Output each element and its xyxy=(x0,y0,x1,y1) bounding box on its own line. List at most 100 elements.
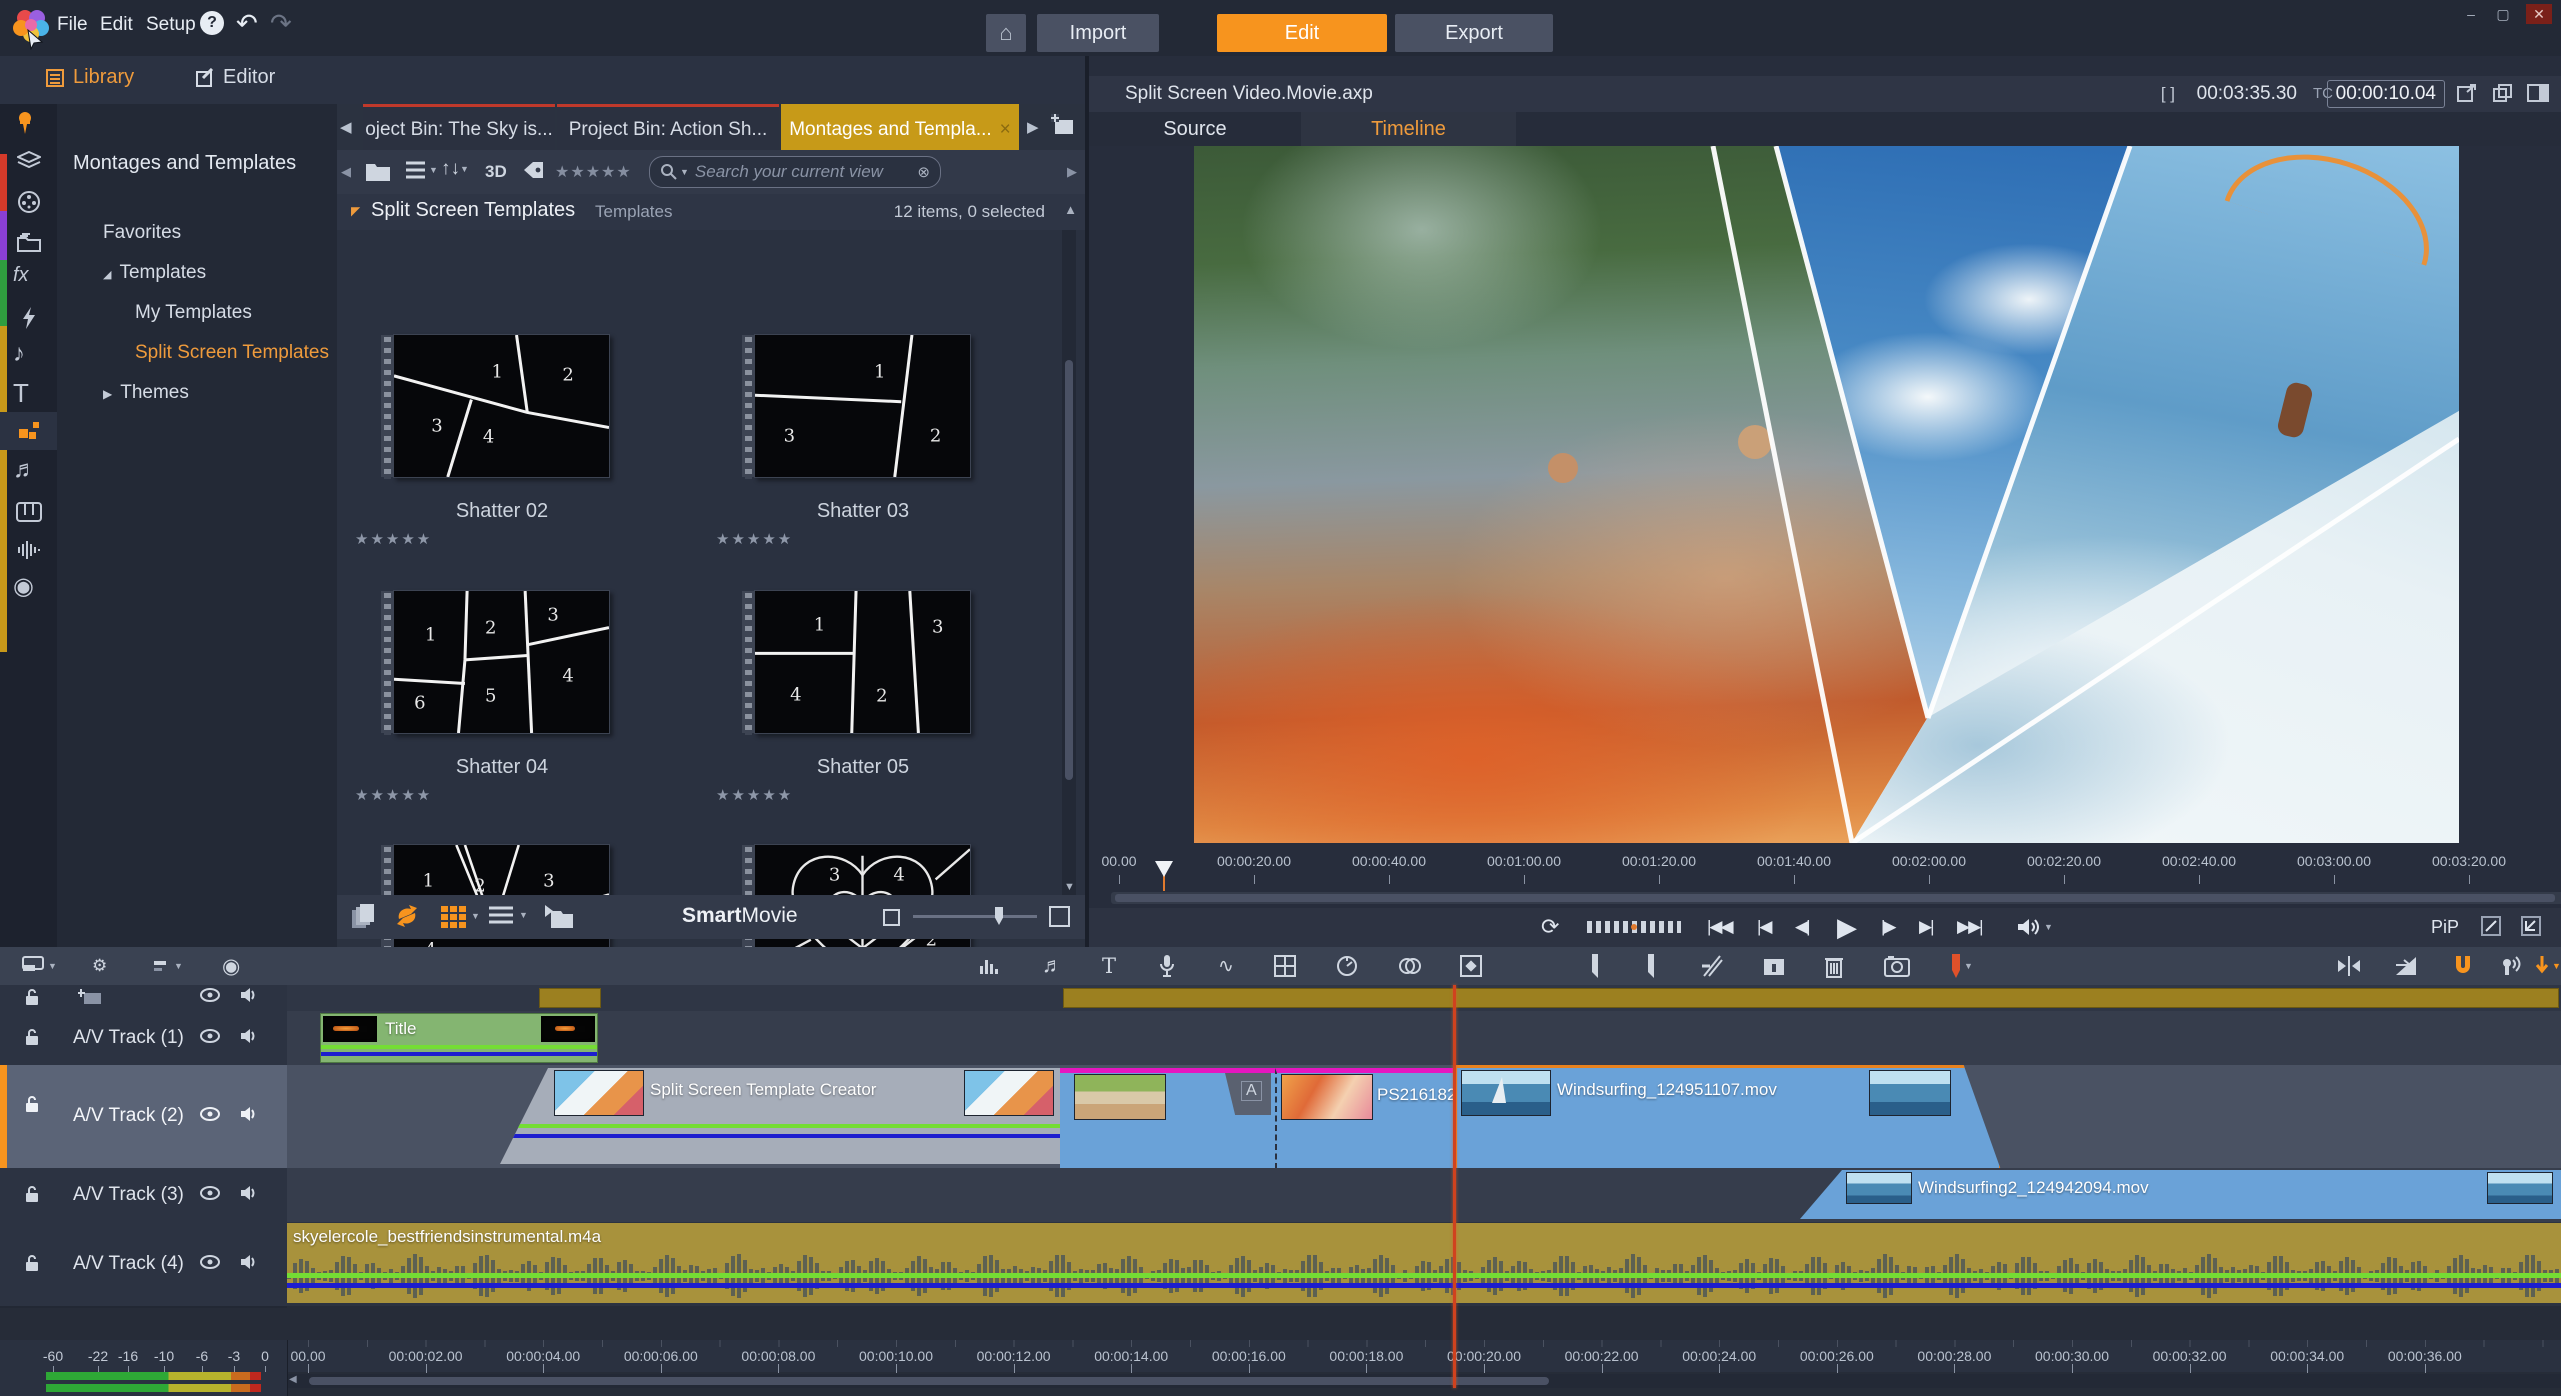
tab-close-icon[interactable]: × xyxy=(1000,119,1011,141)
track-1-name[interactable]: A/V Track (1) xyxy=(73,1027,184,1049)
volume-icon[interactable]: ▼ xyxy=(2017,917,2053,937)
view-options-icon[interactable]: ▼ xyxy=(405,160,438,180)
scorefitter-icon[interactable]: ♬ xyxy=(1042,954,1063,978)
speed-icon[interactable] xyxy=(1336,954,1358,978)
scrub-tool-icon[interactable] xyxy=(2481,916,2501,936)
media-reel-icon[interactable] xyxy=(13,186,45,218)
tree-item-templates[interactable]: ◢Templates xyxy=(103,262,206,284)
eye-icon[interactable] xyxy=(200,1107,220,1121)
menu-marker-segment[interactable] xyxy=(539,988,601,1008)
tag-icon[interactable] xyxy=(521,160,545,180)
tabs-scroll-right-icon[interactable]: ▶ xyxy=(1027,118,1039,136)
grid-scrollbar[interactable]: ▼ xyxy=(1062,230,1076,895)
projects-icon[interactable] xyxy=(13,146,45,178)
track-3-lane[interactable]: Windsurfing2_124942094.mov xyxy=(287,1168,2561,1224)
grid-scrollbar-thumb[interactable] xyxy=(1065,360,1073,780)
folder-icon[interactable] xyxy=(365,160,391,182)
next-clip-button[interactable]: ▶| xyxy=(1919,917,1933,937)
template-stars[interactable]: ★★★★★ xyxy=(355,786,432,804)
collections-icon[interactable] xyxy=(13,226,45,258)
transitions-icon[interactable] xyxy=(13,302,45,334)
windsurfing-clip-selected[interactable]: Windsurfing_124951107.mov xyxy=(1454,1065,2002,1173)
track-size-icon[interactable]: ▼ xyxy=(152,954,183,978)
track-3-header[interactable]: A/V Track (3) xyxy=(0,1168,287,1224)
magnet-snap-icon[interactable] xyxy=(2452,954,2474,978)
search-scope-dropdown-icon[interactable]: ▼ xyxy=(680,167,689,177)
zoom-slider[interactable] xyxy=(913,915,1037,918)
eye-icon[interactable] xyxy=(200,1255,220,1269)
frame-forward-button[interactable]: |▶ xyxy=(1881,917,1895,937)
zoom-out-icon[interactable] xyxy=(883,909,900,926)
montage-templates-icon[interactable] xyxy=(13,415,45,447)
color-grade-icon[interactable] xyxy=(1398,954,1422,978)
template-card[interactable]: 132 xyxy=(754,334,971,478)
scroll-up-icon[interactable]: ▲ xyxy=(1064,202,1077,217)
tabs-scroll-left-icon[interactable]: ◀ xyxy=(340,118,352,136)
lock-icon[interactable] xyxy=(24,1095,40,1113)
trim-mode-icon[interactable] xyxy=(2336,954,2362,978)
lock-icon[interactable] xyxy=(24,1185,40,1203)
titles-icon[interactable]: T xyxy=(13,378,45,410)
menu-track-lane[interactable] xyxy=(287,985,2561,1013)
lock-icon[interactable] xyxy=(24,988,40,1006)
timeline-playhead[interactable] xyxy=(1453,985,1456,1388)
speaker-icon[interactable] xyxy=(240,1028,258,1044)
timeline-scrollbar[interactable]: ◀ xyxy=(287,1374,2561,1388)
menu-marker-bar[interactable] xyxy=(1063,988,2559,1008)
expand-arrow-icon[interactable]: ◢ xyxy=(103,268,111,281)
undo-icon[interactable]: ↶ xyxy=(236,8,258,39)
title-clip[interactable]: Title xyxy=(320,1013,598,1063)
preview-scrollbar[interactable] xyxy=(1111,892,2561,904)
disc-icon[interactable]: ◉ xyxy=(13,572,45,604)
mark-out-icon[interactable] xyxy=(1646,954,1656,978)
razor-split-icon[interactable] xyxy=(1700,954,1724,978)
frame-back-button[interactable]: ◀| xyxy=(1795,917,1809,937)
sound-effects-icon[interactable] xyxy=(13,534,45,566)
photo-clip[interactable]: PS2161824... xyxy=(1275,1068,1456,1169)
audio-clip[interactable]: skyelercole_bestfriendsinstrumental.m4a xyxy=(287,1223,2561,1303)
tab-timeline[interactable]: Timeline xyxy=(1301,112,1516,146)
pages-icon[interactable] xyxy=(351,904,375,930)
menu-setup[interactable]: Setup xyxy=(146,14,196,36)
tree-item-split-screen-templates[interactable]: Split Screen Templates xyxy=(135,342,329,364)
tree-item-favorites[interactable]: Favorites xyxy=(103,222,181,244)
sort-icon[interactable]: ↑↓▼ xyxy=(441,158,469,180)
template-stars[interactable]: ★★★★★ xyxy=(716,530,793,548)
collapsed-arrow-icon[interactable]: ▶ xyxy=(103,387,112,401)
zoom-in-icon[interactable] xyxy=(1049,906,1070,927)
tab-library[interactable]: Library xyxy=(45,66,134,89)
search-box[interactable]: ▼ Search your current view ⊗ xyxy=(649,156,941,188)
transition-box[interactable]: A xyxy=(1225,1073,1271,1115)
disc-editor-icon[interactable]: ◉ xyxy=(222,954,240,978)
mark-in-icon[interactable] xyxy=(1590,954,1600,978)
effects-icon[interactable]: fx xyxy=(13,264,45,296)
speaker-icon[interactable] xyxy=(240,1254,258,1270)
smartmovie-label[interactable]: SmartMovie xyxy=(682,904,798,928)
score-icon[interactable]: ♬ xyxy=(13,456,45,488)
menu-edit[interactable]: Edit xyxy=(100,14,133,36)
copy-clip-icon[interactable] xyxy=(1762,954,1786,978)
snapshot-icon[interactable] xyxy=(1884,954,1910,978)
track-1-header[interactable]: A/V Track (1) xyxy=(0,1011,287,1067)
play-button[interactable]: ▶ xyxy=(1837,912,1855,943)
template-creator-clip[interactable]: Split Screen Template Creator xyxy=(500,1068,1060,1164)
add-track-icon[interactable] xyxy=(78,988,102,1006)
title-tool-icon[interactable]: T xyxy=(1102,954,1116,978)
audio-mixer-icon[interactable] xyxy=(978,954,1000,978)
template-card[interactable]: 123456 xyxy=(393,590,610,734)
bin-tab-3-active[interactable]: Montages and Templa... × xyxy=(781,104,1019,153)
keyframe-icon[interactable] xyxy=(1460,954,1482,978)
speaker-icon[interactable] xyxy=(240,1106,258,1122)
track-4-lane[interactable]: skyelercole_bestfriendsinstrumental.m4a xyxy=(287,1222,2561,1308)
window-minimize-button[interactable]: – xyxy=(2458,4,2484,24)
new-tab-icon[interactable] xyxy=(1049,112,1075,138)
shuttle-control[interactable] xyxy=(1587,921,1681,933)
pip-button[interactable]: PiP xyxy=(2431,917,2459,938)
preview-ruler[interactable]: 00.0000:00:20.0000:00:40.0000:01:00.0000… xyxy=(1111,851,2561,891)
rating-filter-stars[interactable]: ★★★★★ xyxy=(555,162,632,182)
thumbnail-view-icon[interactable]: ▼ xyxy=(441,904,480,928)
timeline-ruler[interactable]: 00.0000:00:02.0000:00:04.0000:00:06.0000… xyxy=(287,1340,2561,1372)
menu-file[interactable]: File xyxy=(57,14,88,36)
track-2-name[interactable]: A/V Track (2) xyxy=(73,1105,184,1127)
template-stars[interactable]: ★★★★★ xyxy=(355,530,432,548)
